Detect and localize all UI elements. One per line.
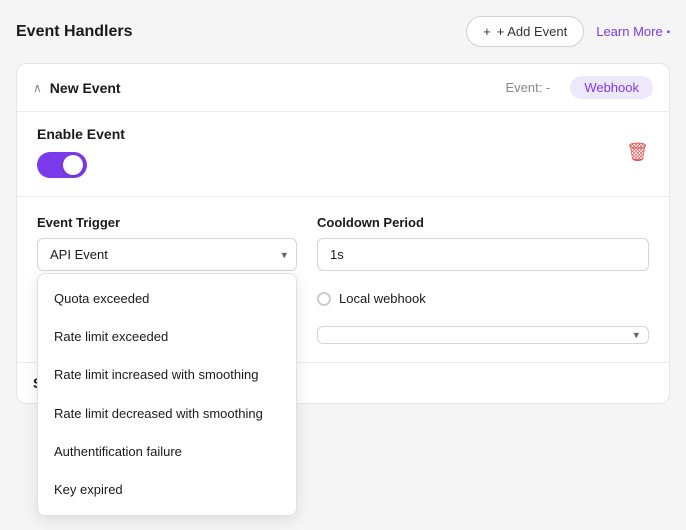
event-type-label: Event: - [505,80,550,95]
event-trigger-group: Event Trigger API Event ▾ Quota exceeded… [37,215,297,271]
webhook-url-area: ▾ [317,326,649,344]
local-webhook-radio[interactable] [317,292,331,306]
event-row-label: New Event [50,80,121,96]
cooldown-group: Cooldown Period Local webhook ▾ [317,215,649,344]
webhook-badge: Webhook [570,76,653,99]
learn-more-link[interactable]: Learn More ⬝ [596,24,670,39]
external-link-icon: ⬝ [667,24,670,39]
webhook-url-select-wrapper: ▾ [317,326,649,344]
event-trigger-select-wrapper: API Event ▾ Quota exceeded Rate limit ex… [37,238,297,271]
local-webhook-label: Local webhook [339,291,426,306]
toggle-slider [37,152,87,178]
dropdown-item-auth-failure[interactable]: Authentification failure [38,433,296,471]
add-event-label: + Add Event [497,24,567,39]
event-trigger-dropdown: Quota exceeded Rate limit exceeded Rate … [37,273,297,516]
cooldown-label: Cooldown Period [317,215,649,230]
toggle-wrapper [37,152,125,178]
delete-event-button[interactable]: 🗑 [626,142,649,163]
event-row: ∧ New Event Event: - Webhook [17,64,669,112]
enable-event-label: Enable Event [37,126,125,142]
webhook-row: Local webhook [317,291,649,306]
add-event-button[interactable]: + + Add Event [466,16,584,47]
webhook-url-select[interactable] [317,326,649,344]
config-section: Event Trigger API Event ▾ Quota exceeded… [17,197,669,362]
page-title: Event Handlers [16,23,132,41]
enable-section: Enable Event 🗑 [17,112,669,197]
cooldown-input[interactable] [317,238,649,271]
header-actions: + + Add Event Learn More ⬝ [466,16,670,47]
enable-event-group: Enable Event [37,126,125,178]
dropdown-item-rate-limit-increased[interactable]: Rate limit increased with smoothing [38,356,296,394]
dropdown-item-rate-limit-decreased[interactable]: Rate limit decreased with smoothing [38,395,296,433]
event-trigger-label: Event Trigger [37,215,297,230]
main-card: ∧ New Event Event: - Webhook Enable Even… [16,63,670,404]
header: Event Handlers + + Add Event Learn More … [16,16,670,47]
dropdown-item-rate-limit[interactable]: Rate limit exceeded [38,318,296,356]
event-trigger-select[interactable]: API Event [37,238,297,271]
page-wrapper: Event Handlers + + Add Event Learn More … [0,0,686,530]
enable-event-toggle[interactable] [37,152,87,178]
learn-more-label: Learn More [596,24,662,39]
dropdown-item-key-expired[interactable]: Key expired [38,471,296,509]
dropdown-item-quota[interactable]: Quota exceeded [38,280,296,318]
plus-icon: + [483,24,491,39]
collapse-chevron-icon[interactable]: ∧ [33,81,42,95]
